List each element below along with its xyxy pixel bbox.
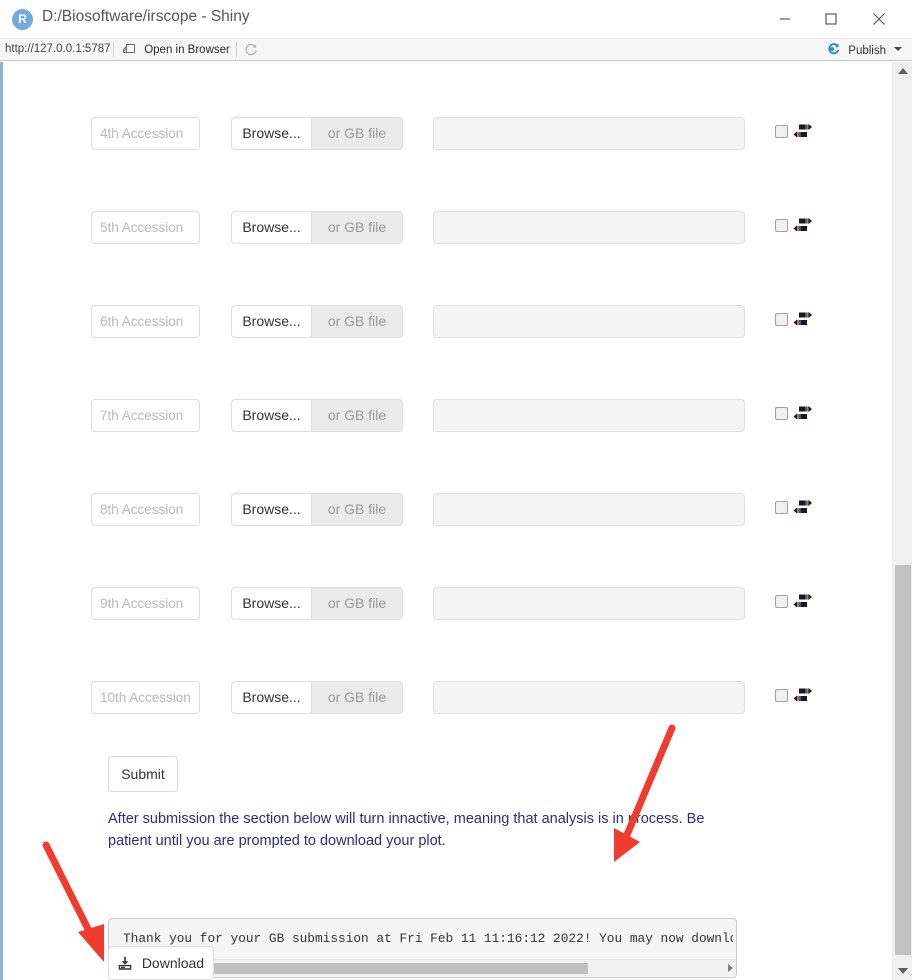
accession-row: 7th Accession Browse... or GB file: [3, 399, 895, 439]
chevron-down-icon[interactable]: [894, 47, 902, 51]
row-checkbox[interactable]: [775, 313, 788, 326]
open-in-browser-button[interactable]: Open in Browser: [122, 42, 230, 58]
gene-arrow-icon: [792, 402, 814, 424]
download-button[interactable]: Download: [108, 946, 214, 980]
publish-button[interactable]: Publish: [825, 42, 886, 58]
file-path-input[interactable]: [433, 587, 745, 620]
browse-button[interactable]: Browse...: [231, 117, 311, 150]
page-scrollbar-thumb[interactable]: [895, 565, 911, 955]
row-checkbox[interactable]: [775, 219, 788, 232]
download-icon: [118, 949, 132, 980]
file-name-display: or GB file: [311, 211, 403, 244]
accession-input[interactable]: 6th Accession: [91, 305, 200, 338]
submission-message-text: Thank you for your GB submission at Fri …: [123, 931, 733, 946]
accession-row: 8th Accession Browse... or GB file: [3, 493, 895, 533]
gene-arrow-icon: [792, 308, 814, 330]
gene-arrow-icon: [792, 590, 814, 612]
row-checkbox[interactable]: [775, 595, 788, 608]
page-vertical-scrollbar[interactable]: [892, 62, 912, 980]
file-name-display: or GB file: [311, 399, 403, 432]
maximize-button[interactable]: [808, 0, 854, 38]
file-input-group: Browse... or GB file: [231, 117, 403, 150]
file-name-display: or GB file: [311, 493, 403, 526]
file-name-display: or GB file: [311, 587, 403, 620]
download-label: Download: [141, 955, 205, 971]
file-input-group: Browse... or GB file: [231, 211, 403, 244]
accession-input[interactable]: 8th Accession: [91, 493, 200, 526]
submit-button[interactable]: Submit: [108, 756, 178, 792]
browse-button[interactable]: Browse...: [231, 211, 311, 244]
browse-button[interactable]: Browse...: [231, 493, 311, 526]
accession-input[interactable]: 4th Accession: [91, 117, 200, 150]
accession-input[interactable]: 7th Accession: [91, 399, 200, 432]
file-input-group: Browse... or GB file: [231, 587, 403, 620]
viewer-toolbar: http://127.0.0.1:5787 Open in Browser Pu…: [0, 39, 912, 61]
close-button[interactable]: [856, 0, 902, 38]
file-input-group: Browse... or GB file: [231, 493, 403, 526]
accession-row: 10th Accession Browse... or GB file: [3, 681, 895, 721]
accession-row: 5th Accession Browse... or GB file: [3, 211, 895, 251]
accession-input[interactable]: 9th Accession: [91, 587, 200, 620]
accession-input[interactable]: 5th Accession: [91, 211, 200, 244]
instructions-text: After submission the section below will …: [108, 811, 705, 849]
file-input-group: Browse... or GB file: [231, 681, 403, 714]
accession-input[interactable]: 10th Accession: [91, 681, 200, 714]
scroll-down-arrow-icon[interactable]: [898, 968, 908, 974]
file-path-input[interactable]: [433, 305, 745, 338]
accession-row: 6th Accession Browse... or GB file: [3, 305, 895, 345]
file-name-display: or GB file: [311, 117, 403, 150]
gene-arrow-icon: [792, 214, 814, 236]
scroll-up-arrow-icon[interactable]: [898, 68, 908, 74]
file-path-input[interactable]: [433, 117, 745, 150]
file-name-display: or GB file: [311, 305, 403, 338]
browse-button[interactable]: Browse...: [231, 587, 311, 620]
row-checkbox[interactable]: [775, 125, 788, 138]
browse-button[interactable]: Browse...: [231, 305, 311, 338]
file-path-input[interactable]: [433, 681, 745, 714]
accession-row: 9th Accession Browse... or GB file: [3, 587, 895, 627]
row-checkbox[interactable]: [775, 407, 788, 420]
shiny-app-window: R D:/Biosoftware/irscope - Shiny http://…: [0, 0, 912, 980]
browse-button[interactable]: Browse...: [231, 681, 311, 714]
file-name-display: or GB file: [311, 681, 403, 714]
file-path-input[interactable]: [433, 493, 745, 526]
publish-label: Publish: [848, 44, 886, 57]
address-text: http://127.0.0.1:5787: [5, 43, 111, 55]
r-shiny-logo-icon: R: [12, 9, 33, 30]
row-checkbox[interactable]: [775, 689, 788, 702]
browse-button[interactable]: Browse...: [231, 399, 311, 432]
refresh-icon[interactable]: [243, 42, 259, 58]
toolbar-separator: [113, 42, 114, 57]
accession-row: 4th Accession Browse... or GB file: [3, 117, 895, 157]
gene-arrow-icon: [792, 120, 814, 142]
publish-icon: [825, 42, 841, 59]
title-bar: R D:/Biosoftware/irscope - Shiny: [0, 0, 912, 39]
gene-arrow-icon: [792, 496, 814, 518]
window-title: D:/Biosoftware/irscope - Shiny: [42, 8, 250, 25]
shiny-app-viewer: 4th Accession Browse... or GB file 5th Acce…: [0, 62, 912, 980]
scroll-right-arrow-icon[interactable]: [728, 964, 733, 972]
file-input-group: Browse... or GB file: [231, 399, 403, 432]
minimize-button[interactable]: [762, 0, 808, 38]
open-in-browser-label: Open in Browser: [144, 44, 230, 56]
file-input-group: Browse... or GB file: [231, 305, 403, 338]
gene-arrow-icon: [792, 684, 814, 706]
toolbar-separator: [236, 42, 237, 57]
external-window-icon: [122, 42, 136, 58]
shiny-page: 4th Accession Browse... or GB file 5th Acce…: [3, 62, 895, 980]
row-checkbox[interactable]: [775, 501, 788, 514]
file-path-input[interactable]: [433, 399, 745, 432]
file-path-input[interactable]: [433, 211, 745, 244]
